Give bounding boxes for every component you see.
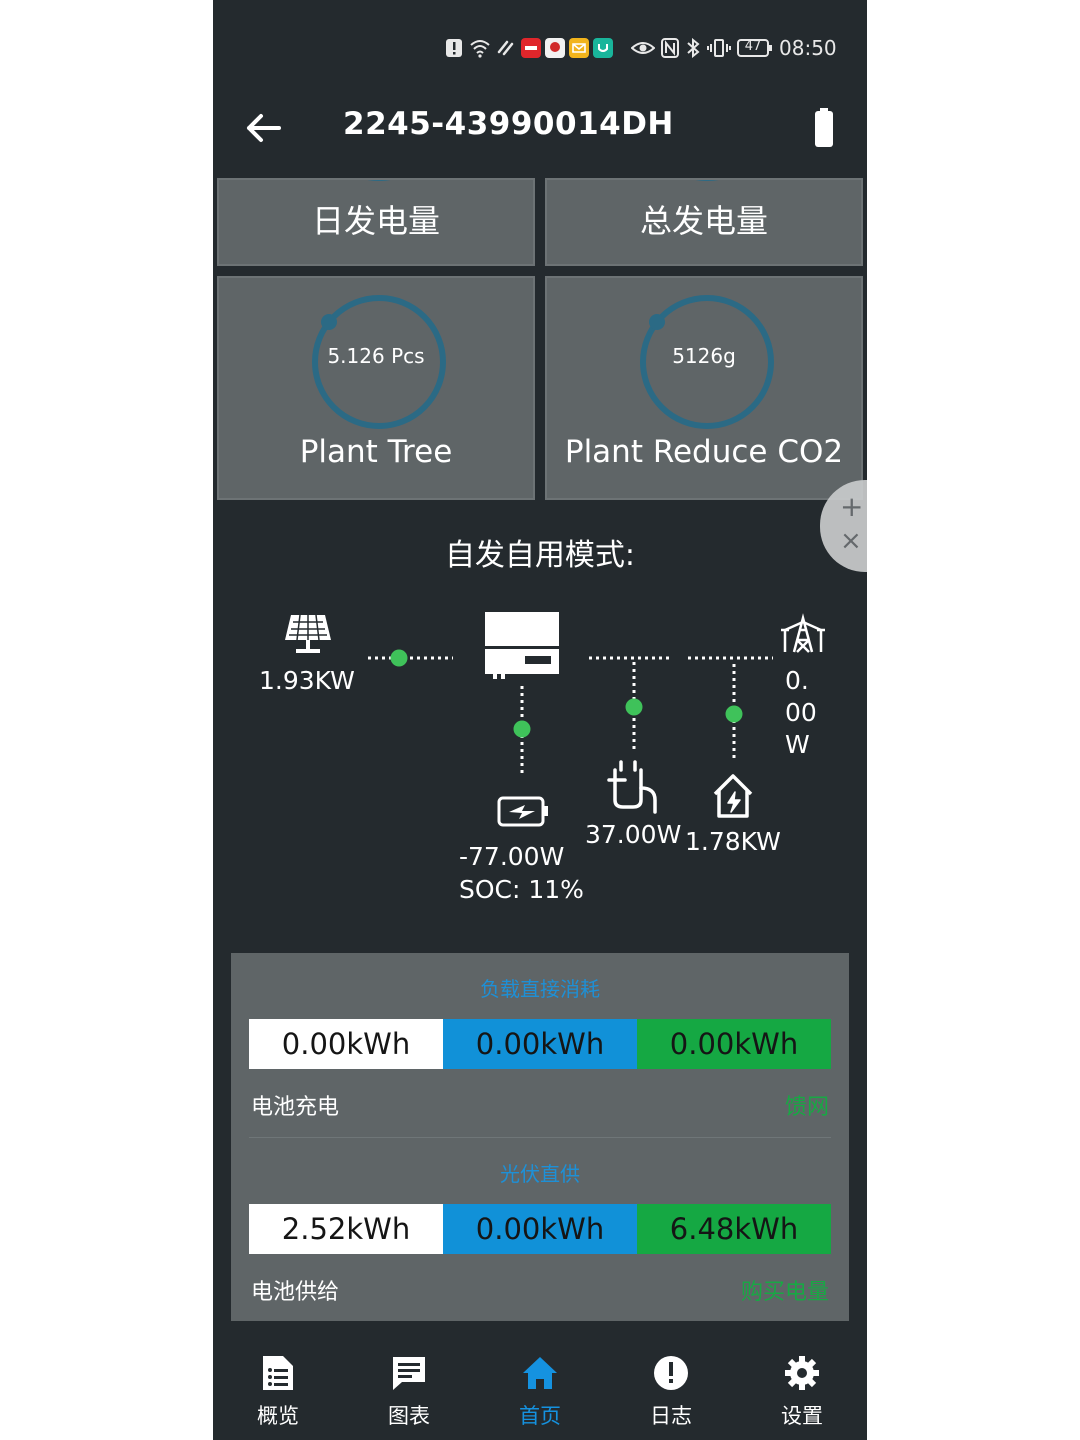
battery-charge-label: 电池充电: [251, 1095, 340, 1120]
energy-stats-panel: 负载直接消耗 0.00kWh 0.00kWh 0.00kWh 电池充电 馈网 光…: [231, 953, 849, 1321]
battery-storage-icon: [497, 796, 548, 827]
plant-tree-label: Plant Tree: [299, 434, 453, 470]
plus-icon[interactable]: +: [840, 490, 863, 523]
overview-icon: [263, 1356, 293, 1390]
header: 2245-43990014DH: [213, 96, 867, 176]
daily-generation-label: 日发电量: [311, 202, 440, 240]
device-title: 2245-43990014DH: [343, 106, 674, 142]
ring-decoration: [367, 180, 391, 181]
log-icon: [654, 1356, 688, 1390]
total-generation-label: 总发电量: [639, 202, 768, 240]
purchased-energy-label: 购买电量: [740, 1280, 829, 1305]
settings-icon: [785, 1356, 819, 1390]
link-icon: [497, 40, 514, 56]
battery-soc-value: SOC: 11%: [459, 875, 584, 904]
stats-value-cell: 2.52kWh: [249, 1204, 443, 1254]
nav-label-home: 首页: [519, 1404, 561, 1428]
alert-icon: [446, 39, 462, 57]
eye-icon: [631, 42, 655, 54]
flow-lines: [285, 612, 825, 827]
nav-label-overview: 概览: [257, 1404, 299, 1428]
nav-item-settings[interactable]: 设置: [737, 1340, 867, 1440]
wifi-icon: [470, 40, 490, 58]
bottom-nav: 概览 图表 首页 日志 设置: [213, 1340, 867, 1440]
stats-row-2: 2.52kWh 0.00kWh 6.48kWh: [249, 1204, 831, 1254]
home-power-value: 1.78KW: [685, 827, 781, 856]
stats-value-cell: 0.00kWh: [249, 1019, 443, 1069]
stats-row-1: 0.00kWh 0.00kWh 0.00kWh: [249, 1019, 831, 1069]
vibrate-icon: [707, 39, 731, 57]
stats-heading-load: 负载直接消耗: [480, 977, 600, 1001]
stats-value-cell: 0.00kWh: [443, 1019, 637, 1069]
eps-plug-icon: [607, 760, 657, 814]
grid-feed-label: 馈网: [784, 1095, 829, 1120]
app-icon-teal: [593, 38, 613, 58]
battery-power-value: -77.00W: [459, 842, 565, 871]
nfc-icon: [661, 38, 679, 58]
stats-value-cell: 0.00kWh: [637, 1019, 831, 1069]
pv-power-value: 1.93KW: [259, 666, 355, 695]
grid-power-line-2: 00: [785, 698, 817, 727]
status-bar: 47 08:50: [213, 0, 867, 96]
mail-icon: [569, 38, 589, 58]
nav-item-overview[interactable]: 概览: [213, 1340, 343, 1440]
total-generation-tile[interactable]: 总发电量: [545, 178, 863, 266]
app-icon-white: [545, 38, 565, 58]
bluetooth-icon: [687, 38, 700, 58]
battery-supply-label: 电池供给: [251, 1280, 340, 1305]
plant-tree-tile[interactable]: 5.126 Pcs Plant Tree: [217, 276, 535, 500]
nav-label-settings: 设置: [781, 1404, 823, 1428]
grid-power-line-1: 0.: [785, 666, 809, 695]
reduce-co2-label: Plant Reduce CO2: [564, 434, 844, 470]
reduce-co2-value: 5126g: [672, 344, 736, 368]
grid-tower-icon: [781, 613, 825, 653]
divider: [249, 1137, 831, 1138]
nav-label-chart: 图表: [388, 1404, 430, 1428]
nav-item-chart[interactable]: 图表: [344, 1340, 474, 1440]
chart-icon: [393, 1357, 425, 1390]
flow-dot: [513, 720, 531, 738]
stats-value-cell: 6.48kWh: [637, 1204, 831, 1254]
daily-generation-tile[interactable]: 日发电量: [217, 178, 535, 266]
flow-dot: [390, 649, 408, 667]
back-arrow-icon[interactable]: [243, 108, 287, 148]
battery-icon: [815, 108, 833, 147]
nav-item-log[interactable]: 日志: [606, 1340, 736, 1440]
inverter-icon: [485, 612, 559, 679]
solar-panel-icon: [285, 614, 331, 653]
stats-heading-pv-direct: 光伏直供: [500, 1162, 580, 1186]
grid-power-line-3: W: [785, 730, 810, 759]
eps-power-value: 37.00W: [585, 820, 682, 849]
flow-dot: [725, 705, 743, 723]
nav-item-home[interactable]: 首页: [475, 1340, 605, 1440]
mode-title: 自发自用模式:: [444, 538, 636, 573]
stats-value-cell: 0.00kWh: [443, 1204, 637, 1254]
energy-flow-diagram: 1.93KW 0. 00 W -77.00W SOC: 11% 37.00W 1…: [213, 600, 867, 920]
nav-label-log: 日志: [650, 1404, 692, 1428]
battery-level: 47: [744, 39, 762, 54]
ring-decoration: [695, 180, 719, 181]
clock: 08:50: [779, 36, 837, 60]
plant-tree-value: 5.126 Pcs: [327, 344, 425, 368]
app-icon-red: [521, 38, 541, 58]
flow-dot: [625, 698, 643, 716]
home-energy-icon: [713, 774, 753, 818]
app-screen: 47 08:50 2245-43990014DH 日发电量 总发电量 5.126…: [213, 0, 867, 1440]
reduce-co2-tile[interactable]: 5126g Plant Reduce CO2: [545, 276, 863, 500]
home-icon: [523, 1357, 557, 1389]
